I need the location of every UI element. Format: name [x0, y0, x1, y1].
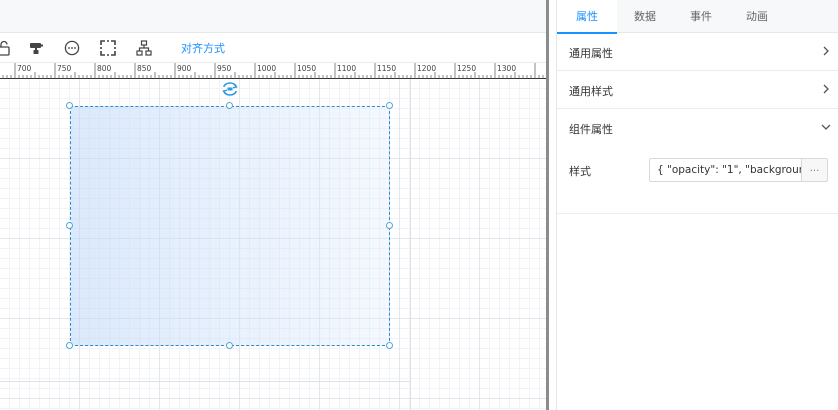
- section-label: 组件属性: [569, 123, 613, 136]
- resize-handle-top[interactable]: [226, 102, 233, 109]
- tab-animation[interactable]: 动画: [729, 0, 785, 33]
- rotate-icon[interactable]: [221, 81, 239, 97]
- ruler-label: 800: [97, 64, 112, 73]
- resize-handle-right[interactable]: [386, 222, 393, 229]
- horizontal-ruler: 700 750 800 850 900 950 1000 1050 1100 1150 1200 12…: [0, 63, 546, 79]
- style-field-label: 样式: [569, 165, 591, 178]
- ruler-label: 950: [217, 64, 232, 73]
- section-common-styles[interactable]: 通用样式: [557, 71, 838, 109]
- chevron-right-icon: [823, 46, 829, 56]
- editor-toolbar: 对齐方式: [0, 33, 546, 63]
- ruler-label: 1200: [417, 64, 436, 73]
- canvas-boundary-right: [410, 79, 411, 410]
- property-panel: 属性 数据 事件 动画 通用属性 通用样式 组件属性 样式 { "opacity…: [556, 0, 838, 410]
- ruler-label: 1000: [257, 64, 276, 73]
- resize-handle-bottom[interactable]: [226, 342, 233, 349]
- ruler-label: 900: [177, 64, 192, 73]
- ruler-label: 1150: [377, 64, 396, 73]
- ruler-label: 1300: [497, 64, 516, 73]
- ruler-label: 850: [137, 64, 152, 73]
- resize-handle-left[interactable]: [66, 222, 73, 229]
- panel-divider: [549, 0, 556, 410]
- section-label: 通用属性: [569, 47, 613, 60]
- style-field-row: 样式 { "opacity": "1", "background-image":…: [557, 148, 838, 214]
- tab-properties[interactable]: 属性: [557, 0, 617, 34]
- editor-top-strip: [0, 0, 546, 33]
- selection-icon[interactable]: [98, 38, 118, 58]
- format-brush-icon[interactable]: [26, 38, 46, 58]
- resize-handle-bottom-right[interactable]: [386, 342, 393, 349]
- hierarchy-icon[interactable]: [134, 38, 154, 58]
- chevron-down-icon: [821, 124, 831, 130]
- ruler-label: 750: [57, 64, 72, 73]
- chevron-right-icon: [823, 84, 829, 94]
- style-json-value: { "opacity": "1", "background-image": "l…: [657, 164, 802, 176]
- selected-component[interactable]: [70, 106, 390, 346]
- resize-handle-top-right[interactable]: [386, 102, 393, 109]
- style-edit-button[interactable]: ...: [801, 158, 828, 182]
- ruler-label: 1250: [457, 64, 476, 73]
- resize-handle-bottom-left[interactable]: [66, 342, 73, 349]
- canvas-editor: 对齐方式 700 750 800 850 900 950 1000 1050 1100 1150 1…: [0, 0, 546, 410]
- panel-tabs: 属性 数据 事件 动画: [557, 0, 838, 34]
- ruler-label: 1100: [337, 64, 356, 73]
- style-json-input[interactable]: { "opacity": "1", "background-image": "l…: [649, 158, 802, 182]
- resize-handle-top-left[interactable]: [66, 102, 73, 109]
- section-label: 通用样式: [569, 85, 613, 98]
- ruler-label: 700: [17, 64, 32, 73]
- ellipsis-circle-icon[interactable]: [62, 38, 82, 58]
- tab-events[interactable]: 事件: [673, 0, 729, 33]
- tab-data[interactable]: 数据: [617, 0, 673, 33]
- ruler-ticks: 700 750 800 850 900 950 1000 1050 1100 1150 1200 12…: [2, 63, 544, 79]
- section-common-properties[interactable]: 通用属性: [557, 33, 838, 71]
- lock-icon[interactable]: [0, 38, 14, 58]
- align-menu-link[interactable]: 对齐方式: [181, 40, 225, 56]
- section-component-properties[interactable]: 组件属性: [557, 109, 838, 147]
- ruler-label: 1050: [297, 64, 316, 73]
- canvas-boundary-bottom: [0, 381, 410, 382]
